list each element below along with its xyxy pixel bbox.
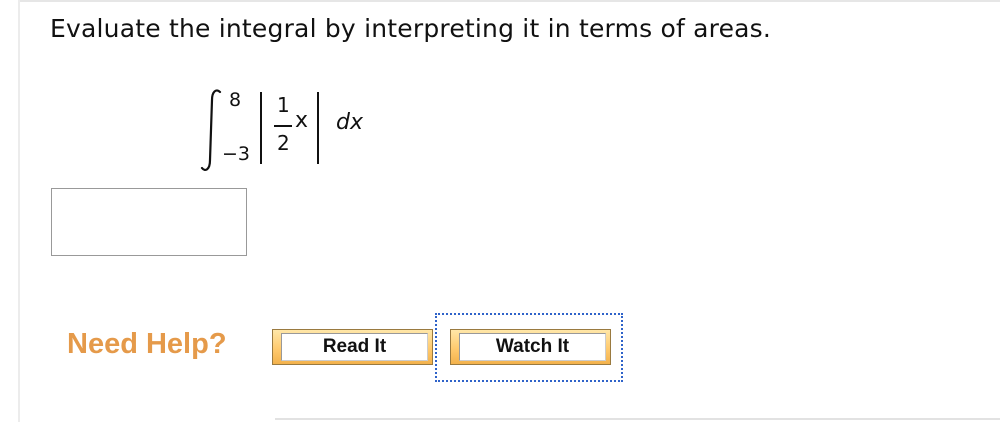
answer-input[interactable] <box>51 188 247 256</box>
upper-limit: 8 <box>229 89 242 111</box>
read-it-label: Read It <box>322 336 387 357</box>
frame-top-border <box>18 0 1000 2</box>
lower-limit: −3 <box>222 143 251 165</box>
integral-expression: 8 −3 1 2 x dx <box>198 80 398 180</box>
absolute-value-bar-right <box>317 92 319 164</box>
read-it-button[interactable]: Read It <box>272 329 433 365</box>
integrand-variable: x <box>295 108 309 133</box>
frame-bottom-border <box>275 418 1000 420</box>
fraction-line <box>274 125 292 127</box>
need-help-label: Need Help? <box>67 328 227 360</box>
fraction-denominator: 2 <box>277 131 290 155</box>
frame-left-border <box>18 0 20 422</box>
differential: dx <box>336 110 363 135</box>
watch-it-label: Watch It <box>495 336 570 357</box>
fraction-numerator: 1 <box>277 93 290 117</box>
watch-it-button[interactable]: Watch It <box>450 329 611 365</box>
absolute-value-bar-left <box>260 92 262 164</box>
question-text: Evaluate the integral by interpreting it… <box>50 14 772 43</box>
